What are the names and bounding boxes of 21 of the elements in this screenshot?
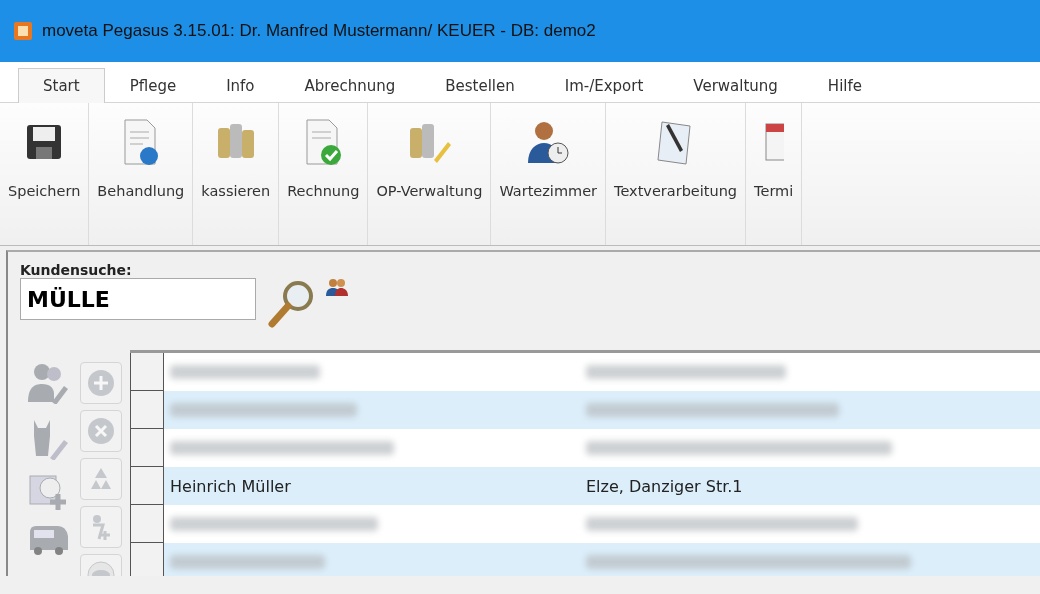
ribbon-tab[interactable]: Im-/Export xyxy=(539,68,669,103)
ribbon-button[interactable]: Termi xyxy=(754,117,794,199)
ribbon-tab[interactable]: Hilfe xyxy=(802,68,887,103)
ribbon-button[interactable]: Textverarbeitung xyxy=(614,117,738,199)
ribbon-button[interactable]: Behandlung xyxy=(97,117,185,199)
window-title: moveta Pegasus 3.15.01: Dr. Manfred Mustermann/ KEUER - DB: demo2 xyxy=(42,21,596,41)
table-cell-text: Elze, Danziger Str.1 xyxy=(585,476,744,496)
ribbon-tab[interactable]: Pflege xyxy=(104,68,202,103)
ribbon-button[interactable]: Speichern xyxy=(8,117,81,199)
ribbon-button[interactable]: OP-Verwaltung xyxy=(376,117,483,199)
ribbon-tab[interactable]: Abrechnung xyxy=(279,68,421,103)
ribbon-tab[interactable]: Verwaltung xyxy=(668,68,803,103)
ribbon-tab[interactable]: Start xyxy=(18,68,105,103)
ribbon-button[interactable]: kassieren xyxy=(201,117,271,199)
ribbon-button[interactable]: Rechnung xyxy=(287,117,360,199)
ribbon-tab[interactable]: Bestellen xyxy=(420,68,540,103)
customer-search-field[interactable]: MÜLLE xyxy=(20,278,256,320)
ribbon-tab[interactable]: Info xyxy=(201,68,280,103)
search-label: Kundensuche: xyxy=(20,262,133,278)
ribbon-button[interactable]: Wartezimmer xyxy=(499,117,597,199)
table-cell-text: Heinrich Müller xyxy=(169,476,292,496)
